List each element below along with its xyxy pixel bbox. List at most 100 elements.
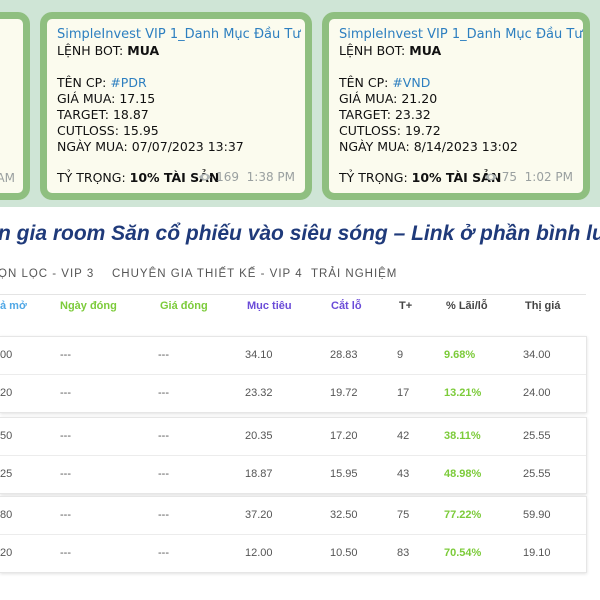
col-target: Mục tiêu — [247, 300, 292, 312]
col-open-price: ả mở — [0, 300, 27, 312]
cell-cutloss: 17.20 — [330, 430, 358, 442]
bot-value: MUA — [409, 43, 442, 58]
table-row[interactable]: 50 --- --- 20.35 17.20 42 38.11% 25.55 — [0, 418, 586, 456]
cell-close-date: --- — [60, 509, 71, 521]
message-card-vnd[interactable]: SimpleInvest VIP 1_Danh Mục Đầu Tư LỆNH … — [322, 12, 590, 200]
cell-target: 18.87 — [245, 468, 273, 480]
eye-icon — [198, 171, 212, 185]
cell-market: 24.00 — [523, 387, 551, 399]
cell-close-date: --- — [60, 468, 71, 480]
ticker-hashtag[interactable]: #VND — [392, 75, 430, 90]
buy-label: GIÁ MUA: — [57, 91, 116, 106]
cell-open: 80 — [0, 509, 13, 521]
buy-date: 8/14/2023 13:02 — [413, 139, 518, 154]
cell-target: 23.32 — [245, 387, 273, 399]
col-close-price: Giá đóng — [160, 300, 208, 312]
channel-title[interactable]: SimpleInvest VIP 1_Danh Mục Đầu Tư — [339, 27, 583, 43]
cell-pct: 70.54% — [444, 547, 482, 559]
table-row[interactable]: 00 --- --- 34.10 28.83 9 9.68% 34.00 — [0, 337, 586, 375]
eye-icon — [484, 171, 498, 185]
cell-close-date: --- — [60, 547, 71, 559]
cell-cutloss: 19.72 — [330, 387, 358, 399]
message-time: 1:38 PM — [246, 170, 295, 184]
cell-close-price: --- — [158, 547, 169, 559]
cell-target: 34.10 — [245, 349, 273, 361]
cell-open: 50 — [0, 430, 13, 442]
message-card-partial[interactable]: AM — [0, 12, 30, 200]
cell-tplus: 9 — [397, 349, 404, 361]
target-label: TARGET: — [339, 107, 391, 122]
cutloss-label: CUTLOSS: — [339, 123, 401, 138]
tab-vip3[interactable]: ỌN LỌC - VIP 3 — [0, 268, 94, 280]
col-tplus: T+ — [399, 300, 413, 312]
table-header: ả mở Ngày đóng Giá đóng Mục tiêu Cắt lỗ … — [0, 300, 600, 324]
cell-tplus: 17 — [397, 387, 410, 399]
cell-pct: 9.68% — [444, 349, 476, 361]
telegram-cards-area: AM SimpleInvest VIP 1_Danh Mục Đầu Tư LỆ… — [0, 0, 600, 207]
cell-cutloss: 15.95 — [330, 468, 358, 480]
cell-cutloss: 32.50 — [330, 509, 358, 521]
col-cutloss: Cắt lỗ — [331, 300, 362, 312]
date-label: NGÀY MUA: — [339, 139, 410, 154]
banner-text: n gia room Săn cổ phiếu vào siêu sóng – … — [0, 222, 600, 245]
table-row[interactable]: 80 --- --- 37.20 32.50 75 77.22% 59.90 — [0, 497, 586, 535]
cell-market: 25.55 — [523, 468, 551, 480]
cell-close-price: --- — [158, 468, 169, 480]
buy-date: 07/07/2023 13:37 — [131, 139, 244, 154]
message-time: 1:02 PM — [524, 170, 573, 184]
cell-open: 20 — [0, 547, 13, 559]
cell-close-date: --- — [60, 387, 71, 399]
cell-close-price: --- — [158, 349, 169, 361]
cell-pct: 77.22% — [444, 509, 482, 521]
bot-value: MUA — [127, 43, 160, 58]
ticker-hashtag[interactable]: #PDR — [110, 75, 146, 90]
table-group: 00 --- --- 34.10 28.83 9 9.68% 34.00 20 … — [0, 336, 587, 413]
col-close-date: Ngày đóng — [60, 300, 117, 312]
cell-cutloss: 10.50 — [330, 547, 358, 559]
message-time: AM — [0, 171, 15, 185]
target-label: TARGET: — [57, 107, 109, 122]
tab-bar: ỌN LỌC - VIP 3 CHUYÊN GIA THIẾT KẾ - VIP… — [0, 258, 586, 295]
cell-market: 59.90 — [523, 509, 551, 521]
cell-target: 37.20 — [245, 509, 273, 521]
cell-pct: 13.21% — [444, 387, 482, 399]
channel-title[interactable]: SimpleInvest VIP 1_Danh Mục Đầu Tư — [57, 27, 301, 43]
promo-banner: n gia room Săn cổ phiếu vào siêu sóng – … — [0, 220, 600, 250]
cell-market: 34.00 — [523, 349, 551, 361]
table-row[interactable]: 20 --- --- 12.00 10.50 83 70.54% 19.10 — [0, 535, 586, 572]
view-count: 169 — [216, 170, 239, 184]
message-card-pdr[interactable]: SimpleInvest VIP 1_Danh Mục Đầu Tư LỆNH … — [40, 12, 312, 200]
target-price: 18.87 — [112, 107, 149, 122]
cell-market: 19.10 — [523, 547, 551, 559]
cell-open: 00 — [0, 349, 13, 361]
buy-price: 21.20 — [401, 91, 438, 106]
ticker-label: TÊN CP: — [339, 75, 389, 90]
cell-pct: 38.11% — [444, 430, 481, 442]
view-count: 75 — [501, 170, 517, 184]
cell-tplus: 43 — [397, 468, 410, 480]
cell-pct: 48.98% — [444, 468, 482, 480]
cell-close-price: --- — [158, 430, 169, 442]
cutloss-price: 19.72 — [404, 123, 441, 138]
buy-price: 17.15 — [119, 91, 156, 106]
tab-vip4[interactable]: CHUYÊN GIA THIẾT KẾ - VIP 4 — [112, 268, 303, 280]
tab-trial[interactable]: TRẢI NGHIỆM — [311, 268, 397, 280]
cell-close-price: --- — [158, 509, 169, 521]
cell-target: 20.35 — [245, 430, 273, 442]
cell-close-date: --- — [60, 430, 71, 442]
cell-tplus: 83 — [397, 547, 410, 559]
cell-tplus: 42 — [397, 430, 410, 442]
date-label: NGÀY MUA: — [57, 139, 128, 154]
table-row[interactable]: 25 --- --- 18.87 15.95 43 48.98% 25.55 — [0, 456, 586, 493]
cutloss-price: 15.95 — [122, 123, 159, 138]
cell-close-price: --- — [158, 387, 169, 399]
cell-market: 25.55 — [523, 430, 551, 442]
cell-close-date: --- — [60, 349, 71, 361]
cell-target: 12.00 — [245, 547, 273, 559]
table-group: 80 --- --- 37.20 32.50 75 77.22% 59.90 2… — [0, 496, 587, 573]
col-market: Thị giá — [525, 300, 561, 312]
alloc-label: TỶ TRỌNG: — [339, 170, 408, 185]
alloc-label: TỶ TRỌNG: — [57, 170, 126, 185]
table-row[interactable]: 20 --- --- 23.32 19.72 17 13.21% 24.00 — [0, 375, 586, 412]
target-price: 23.32 — [394, 107, 431, 122]
